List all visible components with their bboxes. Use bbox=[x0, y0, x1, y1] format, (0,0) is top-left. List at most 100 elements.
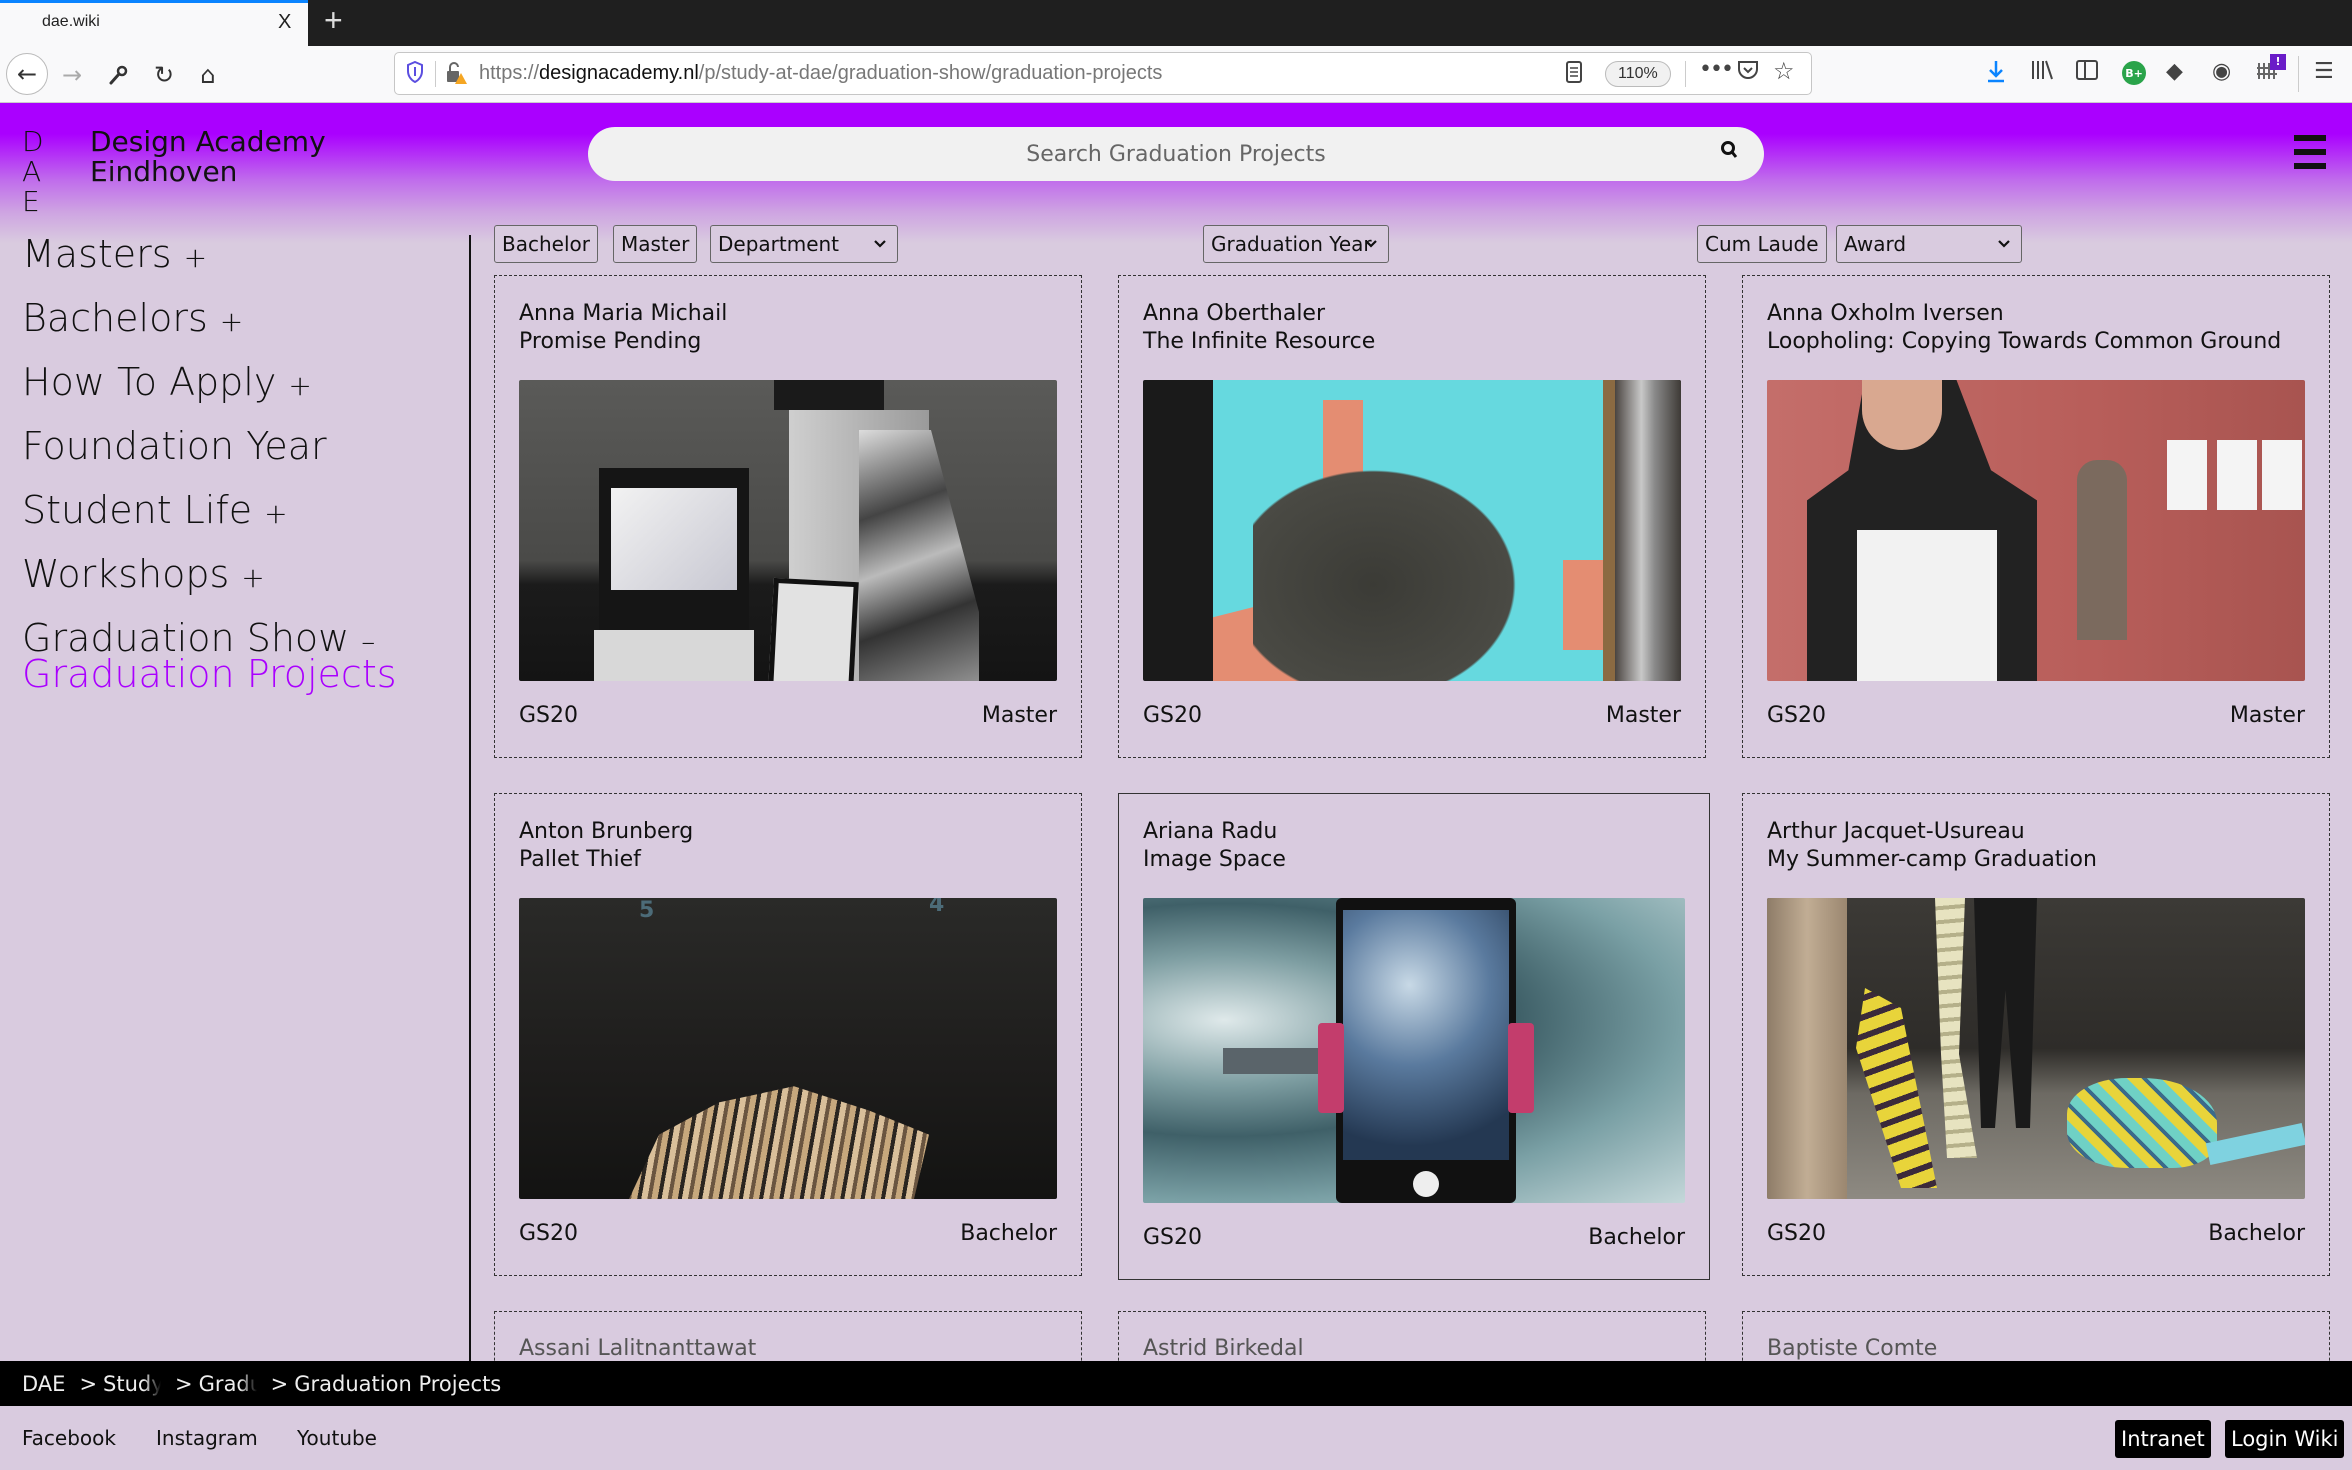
project-image[interactable] bbox=[1143, 380, 1681, 681]
project-card-hovered[interactable]: Ariana Radu Image Space GS20 Bachelor bbox=[1118, 793, 1710, 1280]
sidebar-subitem-graduation-projects[interactable]: Graduation Projects bbox=[22, 652, 397, 696]
project-image[interactable] bbox=[519, 380, 1057, 681]
graduation-year-select[interactable]: Graduation Year bbox=[1203, 225, 1389, 263]
new-tab-button[interactable]: + bbox=[324, 2, 343, 39]
chevron-down-icon bbox=[873, 226, 887, 275]
extension-icon[interactable]: ◆ bbox=[2166, 59, 2183, 84]
download-icon[interactable] bbox=[1986, 59, 2006, 89]
project-title: Pallet Thief bbox=[519, 847, 641, 872]
tracking-shield-icon[interactable] bbox=[407, 60, 423, 88]
reader-view-icon[interactable] bbox=[1565, 61, 1583, 88]
project-image[interactable] bbox=[1767, 898, 2305, 1199]
pocket-icon[interactable] bbox=[1737, 59, 1759, 87]
browser-menu-icon[interactable]: ☰ bbox=[2314, 59, 2334, 84]
project-photo-installation bbox=[519, 380, 1057, 681]
hamburger-line bbox=[2294, 149, 2326, 155]
footer-link-youtube[interactable]: Youtube bbox=[297, 1426, 377, 1450]
close-tab-icon[interactable]: X bbox=[278, 11, 291, 34]
insecure-lock-icon[interactable] bbox=[445, 61, 467, 90]
breadcrumb-item[interactable]: Graduation Show bbox=[199, 1372, 257, 1396]
project-card[interactable]: Arthur Jacquet-Usureau My Summer-camp Gr… bbox=[1742, 793, 2330, 1276]
expand-icon[interactable]: + bbox=[264, 497, 287, 530]
library-icon[interactable] bbox=[2030, 59, 2054, 87]
project-image[interactable] bbox=[1767, 380, 2305, 681]
url-separator bbox=[435, 61, 436, 87]
filter-bachelor-button[interactable]: Bachelor bbox=[494, 225, 598, 263]
url-path: /p/study-at-dae/graduation-show/graduati… bbox=[698, 62, 1163, 84]
sidebar-item-workshops[interactable]: Workshops + bbox=[22, 552, 265, 596]
chevron-down-icon bbox=[1364, 226, 1378, 275]
nav-label: Workshops bbox=[22, 552, 230, 596]
site-logo[interactable]: D A E Design Academy Eindhoven bbox=[22, 127, 326, 217]
filter-master-button[interactable]: Master bbox=[613, 225, 698, 263]
breadcrumb-item[interactable]: Study bbox=[103, 1372, 161, 1396]
filter-cum-laude-button[interactable]: Cum Laude bbox=[1697, 225, 1827, 263]
student-name: Ariana Radu bbox=[1143, 819, 1278, 844]
project-year: GS20 bbox=[519, 703, 579, 728]
project-program: Master bbox=[2229, 703, 2305, 728]
page-actions-icon[interactable]: ••• bbox=[1699, 57, 1734, 82]
project-card[interactable]: Anna Maria Michail Promise Pending GS20 … bbox=[494, 275, 1082, 758]
sidebar-item-student-life[interactable]: Student Life + bbox=[22, 488, 288, 532]
sidebar-item-masters[interactable]: Masters + bbox=[22, 232, 207, 276]
project-program: Master bbox=[981, 703, 1057, 728]
student-name: Assani Lalitnanttawat bbox=[519, 1336, 757, 1361]
project-card[interactable]: Anna Oberthaler The Infinite Resource GS… bbox=[1118, 275, 1706, 758]
footer-link-facebook[interactable]: Facebook bbox=[22, 1426, 116, 1450]
student-name: Anna Maria Michail bbox=[519, 301, 728, 326]
project-card[interactable]: Anton Brunberg Pallet Thief 54 GS20 Bach… bbox=[494, 793, 1082, 1276]
project-title: My Summer-camp Graduation bbox=[1767, 847, 2097, 872]
project-year: GS20 bbox=[519, 1221, 579, 1246]
search-icon[interactable] bbox=[1720, 140, 1738, 165]
award-select[interactable]: Award bbox=[1836, 225, 2022, 263]
url-separator bbox=[1685, 61, 1686, 87]
project-program: Bachelor bbox=[1588, 1225, 1685, 1250]
nav-label: Foundation Year bbox=[22, 424, 327, 468]
sidebar-item-foundation-year[interactable]: Foundation Year bbox=[22, 424, 327, 468]
intranet-button[interactable]: Intranet bbox=[2115, 1420, 2211, 1458]
login-wiki-button[interactable]: Login Wiki bbox=[2225, 1420, 2345, 1458]
hamburger-menu-icon[interactable] bbox=[2294, 135, 2326, 169]
expand-icon[interactable]: + bbox=[241, 561, 264, 594]
project-photo-map bbox=[1143, 380, 1681, 681]
extension-bplus-icon[interactable]: B+ bbox=[2122, 61, 2146, 85]
footer-link-instagram[interactable]: Instagram bbox=[156, 1426, 258, 1450]
sidebar-toggle-icon[interactable] bbox=[2076, 59, 2098, 87]
hamburger-line bbox=[2294, 163, 2326, 169]
department-select-value: Department bbox=[718, 232, 840, 256]
search-input[interactable]: Search Graduation Projects bbox=[588, 127, 1764, 181]
wrench-icon[interactable] bbox=[98, 55, 138, 95]
browser-tab[interactable]: dae.wiki X bbox=[0, 0, 308, 46]
bookmark-star-icon[interactable]: ☆ bbox=[1773, 57, 1795, 85]
project-photo-pallets: 54 bbox=[519, 898, 1057, 1199]
url-text[interactable]: https://designacademy.nl/p/study-at-dae/… bbox=[479, 62, 1162, 85]
back-button[interactable]: ← bbox=[6, 53, 48, 95]
expand-icon[interactable]: + bbox=[220, 305, 243, 338]
project-card[interactable]: Anna Oxholm Iversen Loopholing: Copying … bbox=[1742, 275, 2330, 758]
nav-label: How To Apply bbox=[22, 360, 277, 404]
sidebar-item-how-to-apply[interactable]: How To Apply + bbox=[22, 360, 312, 404]
breadcrumb: DAE > Study > Graduation Show > Graduati… bbox=[0, 1361, 2352, 1406]
site-header: D A E Design Academy Eindhoven Search Gr… bbox=[0, 103, 2352, 243]
project-image[interactable]: 54 bbox=[519, 898, 1057, 1199]
account-icon[interactable]: ◉ bbox=[2212, 59, 2231, 84]
project-title: The Infinite Resource bbox=[1143, 329, 1376, 354]
expand-icon[interactable]: + bbox=[184, 241, 207, 274]
toolbar-separator bbox=[2298, 56, 2299, 92]
department-select[interactable]: Department bbox=[710, 225, 898, 263]
project-image[interactable] bbox=[1143, 898, 1685, 1203]
home-button[interactable]: ⌂ bbox=[188, 55, 228, 95]
breadcrumb-item[interactable]: DAE bbox=[22, 1372, 65, 1396]
graduation-year-select-value: Graduation Year bbox=[1211, 232, 1372, 256]
browser-tab-bar: dae.wiki X + bbox=[0, 0, 2352, 46]
student-name: Anna Oberthaler bbox=[1143, 301, 1326, 326]
logo-mark-line1: D A bbox=[22, 125, 50, 188]
reload-button[interactable]: ↻ bbox=[144, 55, 184, 95]
forward-button[interactable]: → bbox=[52, 55, 92, 95]
project-photo-phone bbox=[1143, 898, 1685, 1203]
sidebar-item-bachelors[interactable]: Bachelors + bbox=[22, 296, 243, 340]
zoom-level-button[interactable]: 110% bbox=[1605, 61, 1671, 87]
nav-label: Masters bbox=[22, 232, 172, 276]
expand-icon[interactable]: + bbox=[288, 369, 311, 402]
url-bar[interactable]: https://designacademy.nl/p/study-at-dae/… bbox=[394, 52, 1812, 95]
